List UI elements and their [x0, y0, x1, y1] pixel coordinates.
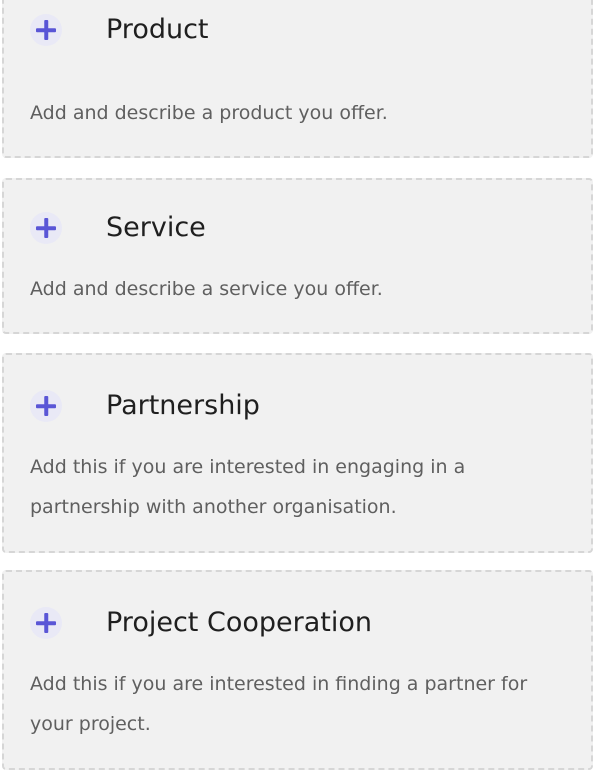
plus-icon [30, 14, 62, 46]
card-header: Service [30, 212, 206, 244]
card-description: Add and describe a service you offer. [30, 278, 383, 300]
plus-icon [30, 212, 62, 244]
add-partnership-card[interactable]: Partnership Add this if you are interest… [2, 353, 593, 553]
plus-icon [30, 390, 62, 422]
card-header: Project Cooperation [30, 607, 372, 639]
card-title: Partnership [106, 390, 260, 421]
card-header: Product [30, 14, 209, 46]
card-description: Add this if you are interested in engagi… [30, 456, 466, 518]
card-title: Project Cooperation [106, 607, 372, 638]
plus-icon [30, 607, 62, 639]
card-description: Add and describe a product you offer. [30, 102, 388, 124]
add-product-card[interactable]: Product Add and describe a product you o… [2, 0, 593, 158]
card-title: Service [106, 212, 206, 243]
add-project-cooperation-card[interactable]: Project Cooperation Add this if you are … [2, 570, 593, 770]
card-title: Product [106, 14, 209, 45]
offer-type-list: Product Add and describe a product you o… [0, 0, 595, 772]
add-service-card[interactable]: Service Add and describe a service you o… [2, 178, 593, 334]
card-description: Add this if you are interested in findin… [30, 673, 528, 735]
card-header: Partnership [30, 390, 260, 422]
